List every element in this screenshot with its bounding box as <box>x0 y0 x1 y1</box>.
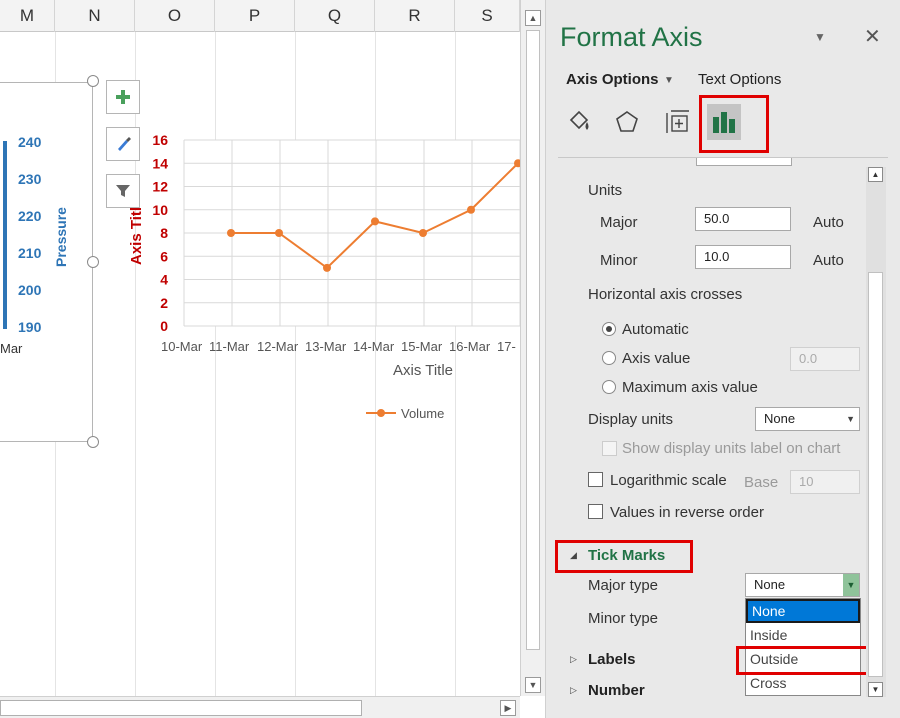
scroll-up-icon[interactable]: ▲ <box>868 167 883 182</box>
worksheet: M N O P Q R S 240 230 220 210 200 190 Pr… <box>0 0 545 718</box>
units-label: Units <box>588 182 623 199</box>
labels-section-header[interactable]: Labels <box>588 651 636 668</box>
display-units-value: None <box>764 411 796 426</box>
tick-option-none[interactable]: None <box>746 599 860 623</box>
vertical-scrollbar[interactable]: ▲ ▼ <box>520 0 545 696</box>
x-tick-label: 13-Mar <box>305 339 347 354</box>
data-point <box>419 229 427 237</box>
scroll-thumb[interactable] <box>0 700 362 716</box>
y-tick-label: 6 <box>160 248 168 264</box>
highlight-box <box>555 540 693 573</box>
scroll-thumb[interactable] <box>526 30 540 650</box>
y-tick-label: 4 <box>160 272 168 288</box>
tab-text-options[interactable]: Text Options <box>698 71 781 88</box>
scroll-right-icon[interactable]: ▶ <box>500 700 516 716</box>
data-point <box>467 205 475 214</box>
display-units-label: Display units <box>588 411 674 428</box>
base-label: Base <box>744 474 779 491</box>
reverse-order-label[interactable]: Values in reverse order <box>610 504 764 521</box>
expand-triangle-icon[interactable]: ▷ <box>570 685 577 696</box>
display-units-select[interactable]: None ▼ <box>755 407 860 431</box>
automatic-radio[interactable] <box>602 322 616 336</box>
chevron-down-icon[interactable]: ▼ <box>843 574 859 596</box>
y-tick-label: 12 <box>152 179 168 195</box>
horizontal-axis-crosses-label: Horizontal axis crosses <box>588 286 743 303</box>
maximum-axis-value-label[interactable]: Maximum axis value <box>622 379 758 396</box>
number-section-header[interactable]: Number <box>588 682 645 699</box>
pane-title: Format Axis <box>560 22 703 52</box>
x-tick-label: 16-Mar <box>449 339 491 354</box>
axis-value-radio-label[interactable]: Axis value <box>622 350 690 367</box>
expand-triangle-icon[interactable]: ▷ <box>570 654 577 665</box>
y-tick-label: 0 <box>160 318 168 334</box>
tick-option-inside[interactable]: Inside <box>746 623 860 647</box>
x-tick-label: 11-Mar <box>209 339 250 354</box>
bounds-field-fragment <box>696 158 792 166</box>
size-properties-icon[interactable] <box>660 104 694 140</box>
x-tick-label: 14-Mar <box>353 339 395 354</box>
major-unit-label: Major <box>600 214 638 231</box>
logarithmic-scale-label[interactable]: Logarithmic scale <box>610 472 727 489</box>
data-point <box>227 229 235 237</box>
tab-axis-options[interactable]: Axis Options <box>566 71 659 88</box>
close-icon[interactable]: ✕ <box>864 24 881 49</box>
data-point <box>371 217 379 226</box>
horizontal-scrollbar[interactable]: ▶ <box>0 696 520 718</box>
y-tick-label: 14 <box>152 155 168 171</box>
chevron-down-icon: ▼ <box>846 414 855 424</box>
pane-vertical-scrollbar[interactable]: ▲ ▼ <box>866 167 886 697</box>
scroll-thumb[interactable] <box>868 272 883 677</box>
major-unit-input[interactable]: 50.0 <box>695 207 791 231</box>
volume-line-chart[interactable]: 0 2 4 6 8 10 12 14 16 10-Mar 11-Mar 12-Mar 13-Mar 14-… <box>0 0 520 460</box>
minor-type-label: Minor type <box>588 610 659 627</box>
excel-window: M N O P Q R S 240 230 220 210 200 190 Pr… <box>0 0 900 718</box>
highlight-box <box>736 646 874 675</box>
scroll-up-icon[interactable]: ▲ <box>525 10 541 26</box>
data-point <box>323 263 331 272</box>
y-tick-label: 10 <box>152 202 168 218</box>
chevron-down-icon[interactable]: ▼ <box>664 75 674 86</box>
x-tick-label: 12-Mar <box>257 339 299 354</box>
automatic-radio-label[interactable]: Automatic <box>622 321 689 338</box>
x-tick-label: 17- <box>497 339 516 354</box>
minor-unit-label: Minor <box>600 252 638 269</box>
fill-line-icon[interactable] <box>562 104 596 140</box>
maximum-axis-value-radio[interactable] <box>602 380 616 394</box>
y-tick-label: 8 <box>160 225 168 241</box>
minor-unit-input[interactable]: 10.0 <box>695 245 791 269</box>
highlight-box <box>699 95 769 153</box>
minor-auto-button[interactable]: Auto <box>813 252 844 269</box>
data-point <box>275 229 283 237</box>
major-type-value: None <box>754 577 786 592</box>
x-tick-label: 10-Mar <box>161 339 203 354</box>
format-axis-pane: Format Axis ▼ ✕ Axis Options ▼ Text Opti… <box>545 0 900 718</box>
reverse-order-checkbox[interactable] <box>588 504 603 519</box>
x-axis-title[interactable]: Axis Title <box>393 362 453 379</box>
axis-value-input[interactable]: 0.0 <box>790 347 860 371</box>
y-tick-label: 2 <box>160 295 168 311</box>
major-auto-button[interactable]: Auto <box>813 214 844 231</box>
logarithmic-scale-checkbox[interactable] <box>588 472 603 487</box>
y-tick-label: 16 <box>152 132 168 148</box>
major-type-label: Major type <box>588 577 659 594</box>
base-input[interactable]: 10 <box>790 470 860 494</box>
axis-value-radio[interactable] <box>602 351 616 365</box>
show-display-units-label[interactable]: Show display units label on chart <box>622 440 840 457</box>
effects-icon[interactable] <box>610 104 644 140</box>
scroll-down-icon[interactable]: ▼ <box>868 682 883 697</box>
y-axis-title[interactable]: Axis Titl <box>128 207 145 265</box>
major-type-select[interactable]: None ▼ <box>745 573 860 597</box>
legend-marker <box>377 409 385 417</box>
show-display-units-checkbox[interactable] <box>602 441 617 456</box>
legend-entry-volume: Volume <box>401 406 444 421</box>
scroll-down-icon[interactable]: ▼ <box>525 677 541 693</box>
task-pane-options-icon[interactable]: ▼ <box>814 30 826 44</box>
x-tick-label: 15-Mar <box>401 339 443 354</box>
